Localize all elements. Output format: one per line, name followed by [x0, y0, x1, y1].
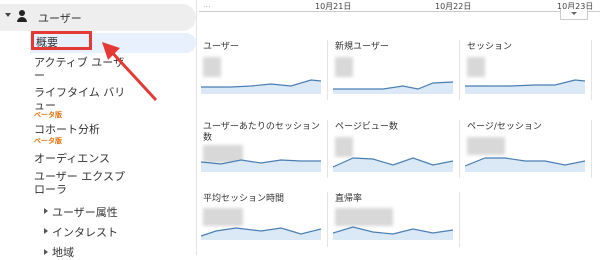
sparkline [465, 157, 585, 172]
sparkline [201, 79, 321, 94]
timeline-dots: ... [203, 0, 211, 9]
metric-title: 直帰率 [335, 194, 363, 204]
metric-title: ユーザーあたりのセッション数 [203, 122, 320, 144]
beta-badge: ベータ版 [34, 111, 62, 119]
metric-title: セッション [467, 42, 513, 52]
metric-card-new-users[interactable]: 新規ユーザー [331, 40, 460, 100]
section-header-users[interactable]: ユーザー [0, 4, 196, 31]
metric-title: ページ/セッション [467, 122, 542, 132]
sidebar-item-audience[interactable]: オーディエンス [34, 152, 110, 165]
metric-card-sessions-per-user[interactable]: ユーザーあたりのセッション数 [199, 120, 328, 178]
expand-right-icon[interactable] [44, 249, 48, 255]
sidebar-item-interests[interactable]: インタレスト [52, 224, 118, 240]
sidebar-item-demographics[interactable]: ユーザー属性 [52, 204, 118, 220]
expand-right-icon[interactable] [44, 208, 48, 214]
sidebar-item-geo[interactable]: 地域 [52, 244, 74, 260]
metric-card-sessions[interactable]: セッション [463, 40, 592, 100]
red-arrow-icon [102, 42, 158, 102]
metric-title: ページビュー数 [335, 122, 398, 132]
metric-title: 平均セッション時間 [203, 194, 285, 204]
sparkline [201, 159, 321, 172]
expand-right-icon[interactable] [44, 228, 48, 234]
metric-title: 新規ユーザー [335, 42, 389, 52]
caret-down-icon[interactable] [5, 13, 11, 17]
sidebar: ユーザー 概要 アクティブ ユーザ ー ライフタイム バリ ュー ベータ版 コホ… [0, 0, 197, 259]
sparkline [333, 81, 453, 94]
metric-card-pageviews[interactable]: ページビュー数 [331, 120, 460, 178]
metric-card-users[interactable]: ユーザー [199, 40, 328, 100]
metric-title-line: 数 [203, 133, 213, 143]
sparkline [201, 227, 321, 240]
person-icon [17, 10, 27, 22]
sidebar-item-label: ユーザー エクスプ [34, 170, 125, 183]
sidebar-item-label-cont: ー [34, 69, 45, 82]
timeline-axis: ... 10月21日 10月22日 10月23日 [199, 0, 600, 14]
metric-card-pages-per-session[interactable]: ページ/セッション [463, 120, 592, 178]
sparkline [333, 226, 453, 240]
sidebar-item-label: オーディエンス [34, 152, 111, 165]
sidebar-item-user-explorer[interactable]: ユーザー エクスプ ローラ [34, 170, 125, 196]
metric-card-avg-session-duration[interactable]: 平均セッション時間 [199, 192, 328, 247]
section-title: ユーザー [38, 12, 82, 25]
sparkline [465, 79, 585, 94]
metric-title-line: ユーザーあたりのセッション [203, 122, 320, 132]
metric-card-bounce-rate[interactable]: 直帰率 [331, 192, 460, 247]
sidebar-item-cohort[interactable]: コホート分析 [34, 123, 100, 136]
metric-title: ユーザー [203, 42, 239, 52]
sidebar-item-label: コホート分析 [34, 123, 100, 136]
sidebar-item-label-cont: ローラ [34, 183, 67, 196]
chart-options-dropdown[interactable] [560, 9, 588, 20]
beta-badge: ベータ版 [34, 137, 62, 145]
sparkline [333, 157, 453, 172]
highlight-box [31, 31, 92, 50]
